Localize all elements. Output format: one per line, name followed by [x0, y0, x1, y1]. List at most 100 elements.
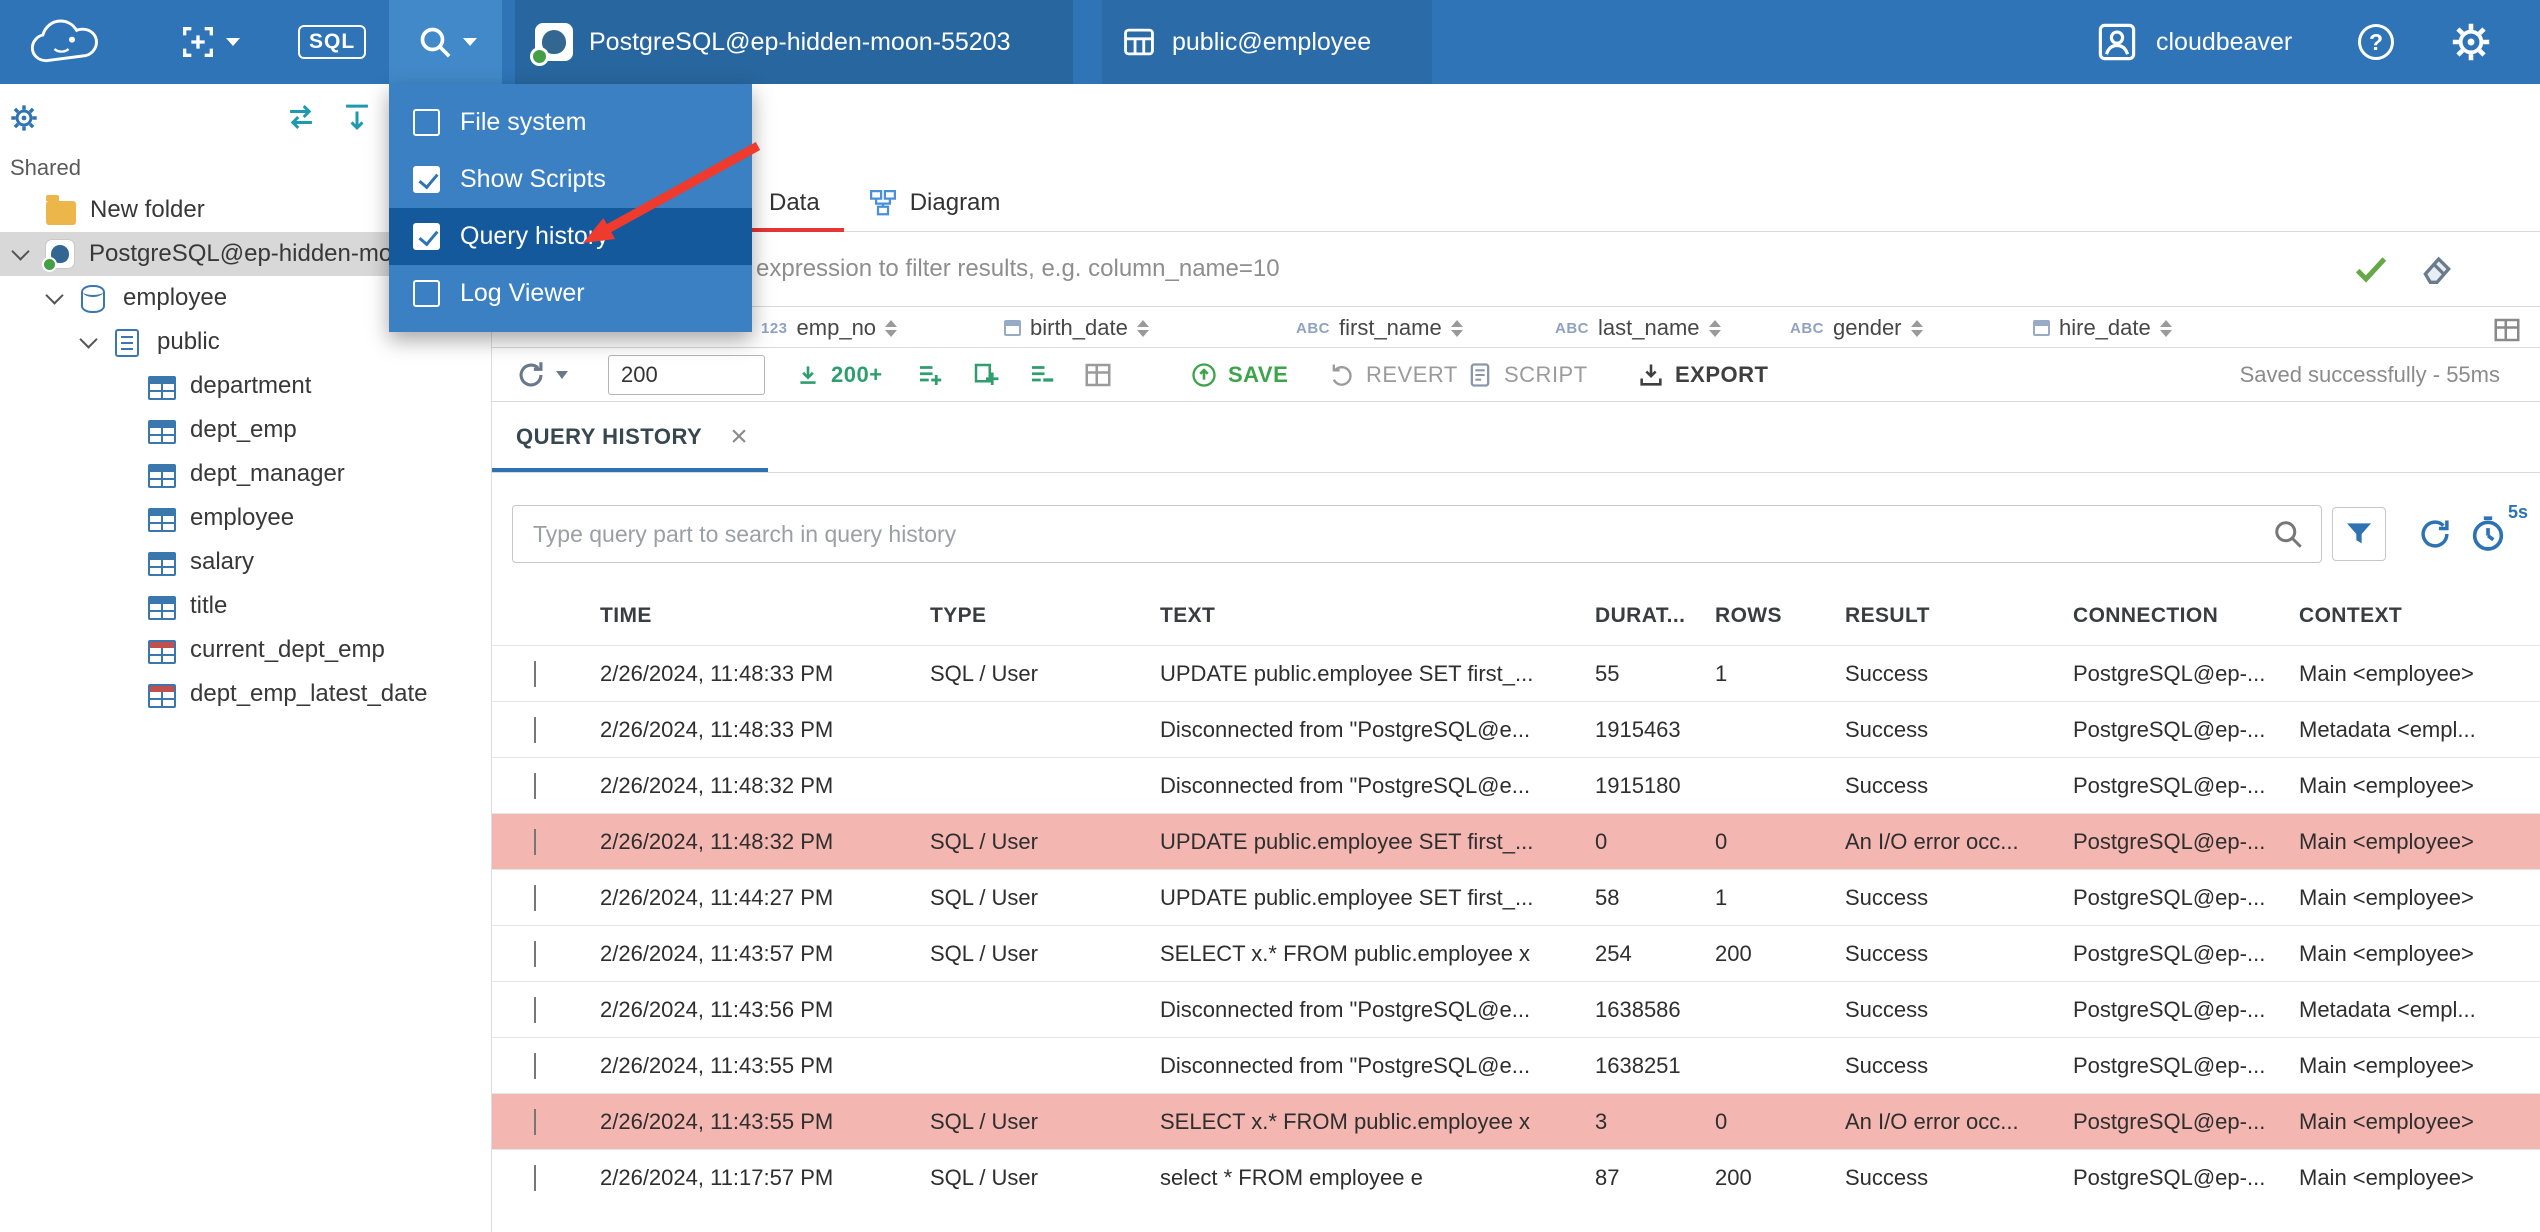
view-tab[interactable]: Diagram [844, 175, 1025, 231]
tree-item[interactable]: dept_manager [0, 452, 491, 496]
tree-item-icon [148, 464, 176, 488]
connection-selector[interactable]: PostgreSQL@ep-hidden-moon-55203 [515, 0, 1073, 84]
settings-button[interactable] [2448, 0, 2494, 84]
history-row[interactable]: 2/26/2024, 11:43:55 PM SQL / User SELECT… [492, 1093, 2540, 1149]
tools-menu-item[interactable]: Show Scripts [389, 151, 752, 208]
tree-item[interactable]: dept_emp_latest_date [0, 672, 491, 716]
history-row[interactable]: 2/26/2024, 11:43:57 PM SQL / User SELECT… [492, 925, 2540, 981]
cell-text: UPDATE public.employee SET first_... [1160, 884, 1534, 910]
cell-text: select * FROM employee e [1160, 1164, 1423, 1190]
expander-chevron-icon[interactable] [11, 241, 30, 261]
tools-menu-item[interactable]: File system [389, 94, 752, 151]
sort-icon[interactable] [1450, 319, 1463, 337]
add-row-button[interactable] [915, 360, 945, 390]
expand-row-chevron-icon[interactable] [534, 940, 536, 967]
expand-row-chevron-icon[interactable] [534, 1164, 536, 1191]
tools-menu-item[interactable]: Log Viewer [389, 265, 752, 322]
view-tab-label: Data [769, 189, 820, 216]
history-filter-button[interactable] [2332, 507, 2386, 561]
history-row[interactable]: 2/26/2024, 11:17:57 PM SQL / User select… [492, 1149, 2540, 1205]
history-row[interactable]: 2/26/2024, 11:43:55 PM Disconnected from… [492, 1037, 2540, 1093]
apply-filter-button[interactable] [2348, 246, 2394, 292]
expander-chevron-icon[interactable] [45, 285, 64, 305]
expander-chevron-icon[interactable] [79, 329, 98, 349]
checkbox[interactable] [413, 166, 440, 193]
new-connection-button[interactable] [178, 0, 240, 84]
export-button[interactable]: EXPORT [1637, 361, 1768, 389]
delete-row-button[interactable] [1027, 360, 1057, 390]
revert-label: REVERT [1366, 361, 1458, 387]
save-icon [1192, 362, 1216, 387]
auto-refresh-button[interactable]: 5s [2468, 502, 2528, 554]
history-row[interactable]: 2/26/2024, 11:48:32 PM SQL / User UPDATE… [492, 813, 2540, 869]
expand-row-chevron-icon[interactable] [534, 1052, 536, 1079]
help-icon: ? [2358, 24, 2394, 60]
grid-settings-icon[interactable] [2492, 315, 2522, 345]
user-menu[interactable]: cloudbeaver [2096, 0, 2292, 84]
sort-icon[interactable] [1136, 319, 1149, 337]
tree-item[interactable]: department [0, 364, 491, 408]
history-refresh-button[interactable] [2416, 515, 2454, 553]
expand-row-chevron-icon[interactable] [534, 716, 536, 743]
refresh-data-button[interactable] [514, 358, 568, 392]
clear-filter-button[interactable] [2414, 246, 2460, 292]
revert-button[interactable]: REVERT [1328, 361, 1458, 389]
sort-icon[interactable] [1910, 319, 1923, 337]
tree-item[interactable]: dept_emp [0, 408, 491, 452]
tree-item[interactable]: employee [0, 496, 491, 540]
grid-column-header[interactable]: date birth_date [1004, 315, 1149, 341]
expand-row-chevron-icon[interactable] [534, 884, 536, 911]
sidebar-settings-button[interactable] [8, 102, 40, 139]
tree-item[interactable]: title [0, 584, 491, 628]
script-button[interactable]: SCRIPT [1466, 361, 1588, 389]
row-limit-input[interactable] [608, 354, 765, 395]
grid-column-header[interactable]: ABC last_name [1555, 315, 1721, 341]
history-row[interactable]: 2/26/2024, 11:48:33 PM SQL / User UPDATE… [492, 645, 2540, 701]
sort-icon[interactable] [885, 319, 898, 337]
close-icon[interactable]: × [730, 422, 748, 452]
tree-item-label: public [157, 328, 220, 355]
checkbox[interactable] [413, 109, 440, 136]
tree-item[interactable]: salary [0, 540, 491, 584]
collapse-all-button[interactable] [340, 102, 374, 137]
expand-row-chevron-icon[interactable] [534, 828, 536, 855]
sql-editor-button[interactable]: SQL [298, 0, 367, 84]
duplicate-row-button[interactable] [971, 360, 1001, 390]
expand-row-chevron-icon[interactable] [534, 660, 536, 687]
expand-row-chevron-icon[interactable] [534, 1108, 536, 1135]
history-row[interactable]: 2/26/2024, 11:48:32 PM Disconnected from… [492, 757, 2540, 813]
eraser-icon [2423, 256, 2451, 284]
history-row[interactable]: 2/26/2024, 11:48:33 PM Disconnected from… [492, 701, 2540, 757]
checkbox[interactable] [413, 223, 440, 250]
checkbox[interactable] [413, 280, 440, 307]
help-button[interactable]: ? [2358, 0, 2394, 84]
query-history-search-input[interactable] [512, 505, 2322, 563]
history-row[interactable]: 2/26/2024, 11:44:27 PM SQL / User UPDATE… [492, 869, 2540, 925]
collapse-icon [346, 104, 368, 131]
tools-menu-button[interactable] [389, 0, 502, 84]
cell-context: Main <employee> [2299, 660, 2474, 686]
save-button[interactable]: SAVE [1190, 361, 1288, 389]
expand-row-chevron-icon[interactable] [534, 996, 536, 1023]
sort-icon[interactable] [2159, 319, 2172, 337]
tools-menu-item[interactable]: Query history [389, 208, 752, 265]
data-filter-bar[interactable]: expression to filter results, e.g. colum… [492, 232, 2540, 307]
grid-options-button[interactable] [1083, 360, 1113, 390]
expand-row-chevron-icon[interactable] [534, 772, 536, 799]
grid-column-header[interactable]: 123 emp_no [761, 315, 898, 341]
grid-column-header[interactable]: date hire_date [2033, 315, 2172, 341]
query-history-tab[interactable]: QUERY HISTORY × [492, 402, 769, 472]
history-row[interactable]: 2/26/2024, 11:43:56 PM Disconnected from… [492, 981, 2540, 1037]
view-tab[interactable]: Data [745, 175, 844, 232]
schema-selector[interactable]: public@employee [1102, 0, 1432, 84]
tree-item[interactable]: current_dept_emp [0, 628, 491, 672]
cell-time: 2/26/2024, 11:48:33 PM [600, 660, 834, 686]
sync-selection-button[interactable] [284, 102, 318, 137]
fetch-more-button[interactable]: 200+ [795, 362, 883, 388]
cloudbeaver-logo[interactable] [26, 0, 104, 84]
grid-column-header[interactable]: ABC gender [1790, 315, 1923, 341]
grid-column-header[interactable]: ABC first_name [1296, 315, 1463, 341]
cell-time: 2/26/2024, 11:48:33 PM [600, 716, 834, 742]
grid-column-label: birth_date [1030, 315, 1128, 340]
sort-icon[interactable] [1708, 319, 1721, 337]
